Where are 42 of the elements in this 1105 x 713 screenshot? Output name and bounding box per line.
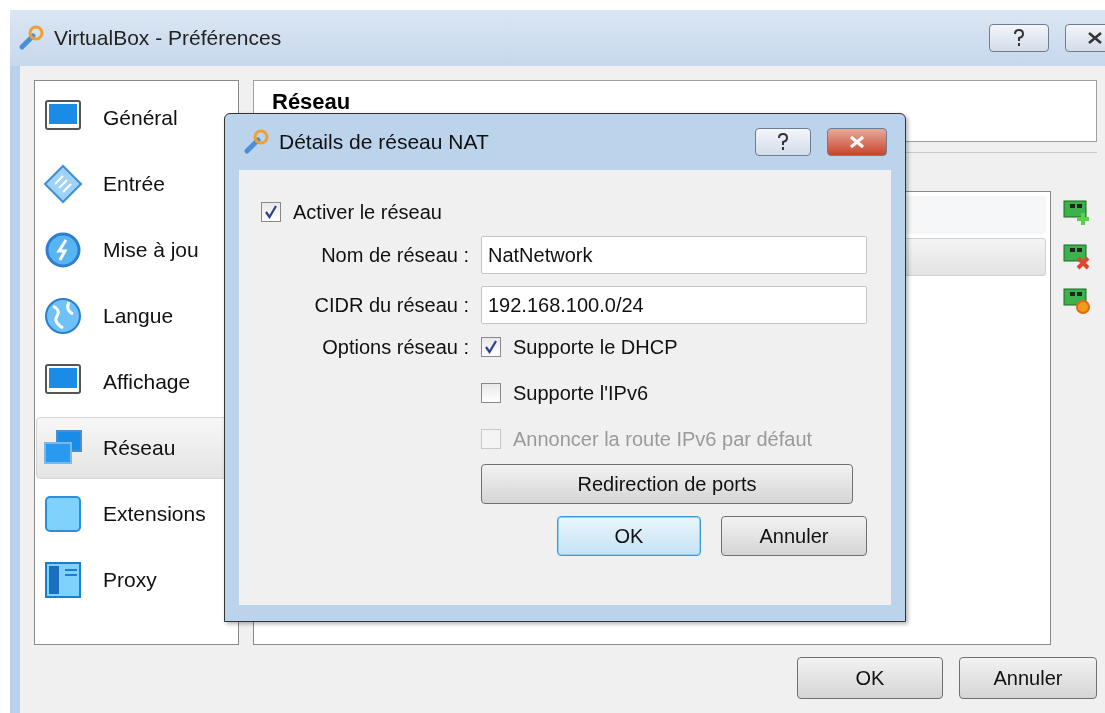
help-button[interactable] bbox=[755, 128, 811, 156]
sidebar-item[interactable]: Proxy bbox=[36, 549, 238, 611]
cancel-button[interactable]: Annuler bbox=[959, 657, 1097, 699]
keyboard-icon bbox=[43, 164, 83, 204]
sidebar-item[interactable]: Langue bbox=[36, 285, 238, 347]
sidebar-item[interactable]: Mise à jou bbox=[36, 219, 238, 281]
port-forwarding-button[interactable]: Redirection de ports bbox=[481, 464, 853, 504]
close-icon bbox=[1086, 31, 1104, 45]
help-icon bbox=[776, 133, 790, 151]
checkbox-label: Annoncer la route IPv6 par défaut bbox=[513, 427, 813, 451]
close-icon bbox=[848, 135, 866, 149]
ok-button[interactable]: OK bbox=[797, 657, 943, 699]
checkbox[interactable] bbox=[261, 202, 281, 222]
help-button[interactable] bbox=[989, 24, 1049, 52]
square-icon bbox=[43, 494, 83, 534]
sidebar-item[interactable]: Affichage bbox=[36, 351, 238, 413]
sidebar-item[interactable]: Entrée bbox=[36, 153, 238, 215]
field-label: Options réseau : bbox=[321, 335, 469, 359]
checkbox-label: Supporte le DHCP bbox=[513, 335, 678, 359]
add-network-icon[interactable] bbox=[1061, 197, 1091, 227]
field-label: CIDR du réseau : bbox=[313, 293, 469, 317]
remove-network-icon[interactable] bbox=[1061, 241, 1091, 271]
checkbox[interactable] bbox=[481, 383, 501, 403]
edit-network-icon[interactable] bbox=[1061, 285, 1091, 315]
dialog-icon bbox=[243, 129, 269, 155]
checkbox-label: Activer le réseau bbox=[293, 200, 442, 224]
sidebar-item[interactable]: Général bbox=[36, 87, 238, 149]
dialog-title: Détails de réseau NAT bbox=[279, 130, 490, 154]
field-label: Nom de réseau : bbox=[320, 243, 469, 267]
checkbox-label: Supporte l'IPv6 bbox=[513, 381, 648, 405]
page-heading: Réseau bbox=[272, 89, 351, 114]
window-title: VirtualBox - Préférences bbox=[54, 26, 283, 50]
checkbox[interactable] bbox=[481, 337, 501, 357]
help-icon bbox=[1012, 29, 1026, 47]
ok-button[interactable]: OK bbox=[557, 516, 701, 556]
globe-icon bbox=[43, 296, 83, 336]
panel-icon bbox=[43, 560, 83, 600]
input-field[interactable]: 192.168.100.0/24 bbox=[481, 286, 867, 324]
cancel-button[interactable]: Annuler bbox=[721, 516, 867, 556]
input-field[interactable]: NatNetwork bbox=[481, 236, 867, 274]
sidebar-item[interactable]: Extensions bbox=[36, 483, 238, 545]
app-icon bbox=[18, 25, 44, 51]
